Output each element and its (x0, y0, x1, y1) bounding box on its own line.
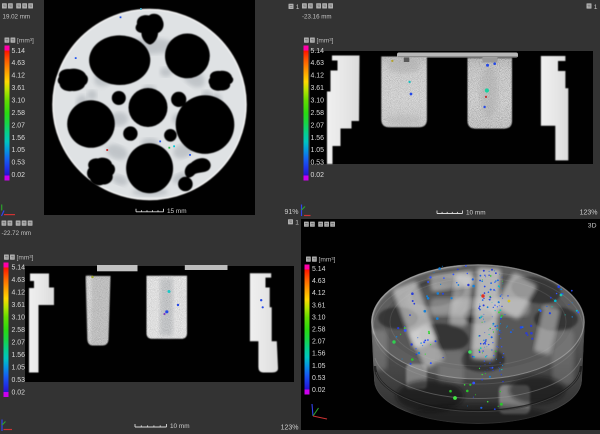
svg-text:[mm³]: [mm³] (319, 256, 336, 263)
svg-text:19.02 mm: 19.02 mm (3, 13, 31, 20)
svg-text:4.12: 4.12 (312, 290, 326, 297)
svg-text:91%: 91% (284, 209, 298, 216)
svg-text:4.12: 4.12 (12, 73, 26, 80)
svg-text:2.58: 2.58 (311, 110, 325, 117)
svg-text:3.61: 3.61 (12, 302, 26, 309)
svg-text:0.53: 0.53 (311, 160, 325, 167)
svg-text:0.02: 0.02 (311, 172, 325, 179)
svg-text:1.05: 1.05 (12, 147, 26, 154)
svg-text:0.02: 0.02 (12, 172, 26, 179)
svg-text:1.56: 1.56 (12, 135, 26, 142)
svg-text:4.63: 4.63 (12, 60, 26, 67)
svg-text:4.12: 4.12 (311, 73, 325, 80)
svg-text:3.10: 3.10 (312, 314, 326, 321)
svg-text:0.02: 0.02 (12, 389, 26, 396)
svg-text:4.12: 4.12 (12, 289, 26, 296)
svg-text:10 mm: 10 mm (466, 210, 486, 217)
svg-text:[mm³]: [mm³] (17, 254, 34, 261)
svg-text:1.56: 1.56 (311, 135, 325, 142)
svg-text:123%: 123% (281, 425, 299, 432)
svg-text:2.07: 2.07 (311, 122, 325, 129)
svg-text:2.58: 2.58 (312, 327, 326, 334)
svg-text:2.07: 2.07 (12, 339, 26, 346)
svg-text:15 mm: 15 mm (167, 208, 187, 215)
svg-text:[mm³]: [mm³] (17, 37, 34, 44)
svg-text:3D: 3D (588, 222, 597, 229)
svg-text:5.14: 5.14 (312, 266, 326, 273)
svg-text:4.63: 4.63 (311, 60, 325, 67)
svg-text:-22.72 mm: -22.72 mm (2, 230, 32, 237)
svg-text:3.61: 3.61 (12, 85, 26, 92)
svg-text:4.63: 4.63 (312, 278, 326, 285)
svg-text:0.53: 0.53 (12, 160, 26, 167)
svg-text:3.10: 3.10 (12, 98, 26, 105)
svg-text:2.07: 2.07 (12, 122, 26, 129)
svg-text:3.61: 3.61 (311, 85, 325, 92)
svg-text:2.58: 2.58 (12, 327, 26, 334)
svg-text:10 mm: 10 mm (170, 423, 190, 430)
svg-text:3.10: 3.10 (12, 314, 26, 321)
svg-text:123%: 123% (580, 210, 598, 217)
svg-text:4.63: 4.63 (12, 277, 26, 284)
svg-text:1.05: 1.05 (311, 147, 325, 154)
svg-text:1: 1 (594, 4, 598, 11)
svg-text:1.56: 1.56 (312, 351, 326, 358)
svg-text:3.61: 3.61 (312, 302, 326, 309)
svg-text:1.05: 1.05 (312, 363, 326, 370)
svg-text:1.56: 1.56 (12, 352, 26, 359)
svg-text:2.07: 2.07 (312, 339, 326, 346)
svg-text:1: 1 (296, 4, 300, 11)
svg-text:5.14: 5.14 (12, 264, 26, 271)
svg-text:3.10: 3.10 (311, 98, 325, 105)
svg-text:1: 1 (295, 220, 299, 227)
svg-text:-23.16 mm: -23.16 mm (302, 13, 332, 20)
svg-text:0.02: 0.02 (312, 387, 326, 394)
svg-text:5.14: 5.14 (12, 48, 26, 55)
svg-text:[mm³]: [mm³] (317, 37, 334, 44)
svg-text:0.53: 0.53 (12, 377, 26, 384)
svg-text:1.05: 1.05 (12, 364, 26, 371)
svg-text:5.14: 5.14 (311, 48, 325, 55)
svg-text:0.53: 0.53 (312, 375, 326, 382)
svg-text:2.58: 2.58 (12, 110, 26, 117)
